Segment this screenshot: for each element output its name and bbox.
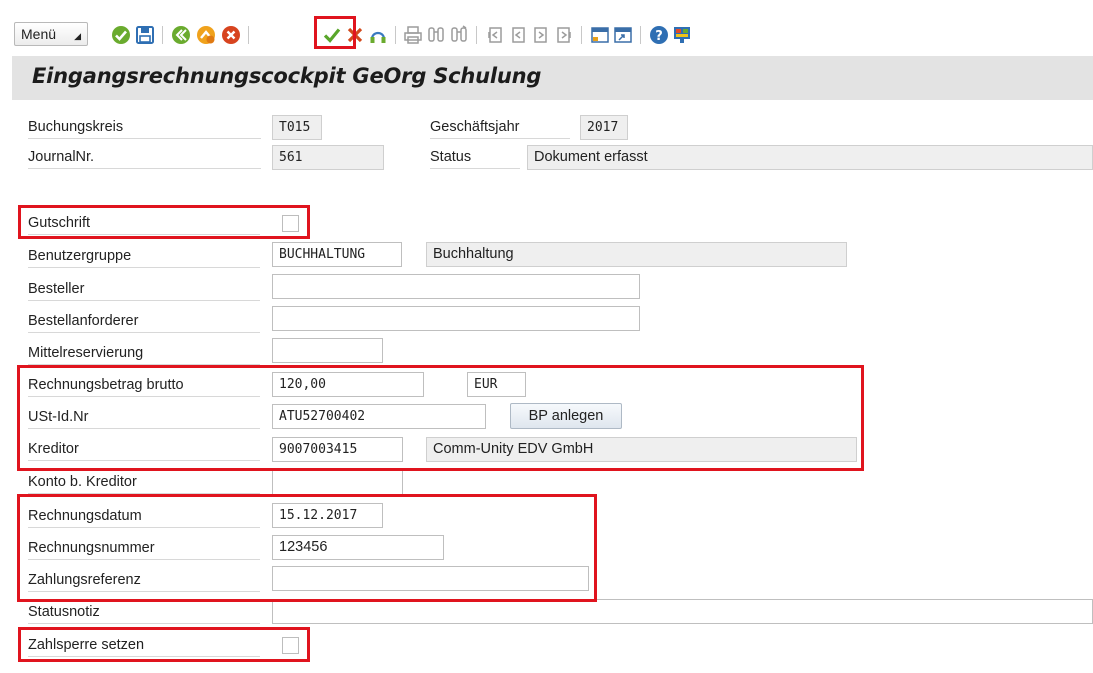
customize-layout-icon[interactable] <box>671 24 693 46</box>
ustid-field[interactable]: ATU52700402 <box>272 404 486 429</box>
status-field[interactable]: Dokument erfasst <box>527 145 1093 170</box>
bp-anlegen-button[interactable]: BP anlegen <box>510 403 622 429</box>
zahlungsreferenz-field[interactable] <box>272 566 589 591</box>
geschaeftsjahr-field[interactable]: 2017 <box>580 115 628 140</box>
enter-icon[interactable] <box>110 24 132 46</box>
help-icon[interactable]: ? <box>648 24 670 46</box>
menu-button-label: Menü <box>21 26 57 42</box>
rechnungsbetrag-field[interactable]: 120,00 <box>272 372 424 397</box>
journalnr-label: JournalNr. <box>28 145 261 169</box>
bestellanforderer-field[interactable] <box>272 306 640 331</box>
back-icon[interactable] <box>170 24 192 46</box>
statusnotiz-label: Statusnotiz <box>28 600 260 624</box>
konto-kreditor-label: Konto b. Kreditor <box>28 470 260 494</box>
exit-icon[interactable] <box>195 24 217 46</box>
last-page-icon[interactable] <box>553 24 575 46</box>
zahlsperre-checkbox[interactable] <box>282 637 299 654</box>
toolbar-separator <box>476 26 477 44</box>
rechnungsdatum-field[interactable]: 15.12.2017 <box>272 503 383 528</box>
toolbar-separator <box>640 26 641 44</box>
delete-icon[interactable] <box>344 24 366 46</box>
buchungskreis-field[interactable]: T015 <box>272 115 322 140</box>
zahlsperre-label: Zahlsperre setzen <box>28 633 260 657</box>
first-page-icon[interactable] <box>484 24 506 46</box>
rechnungsbetrag-label: Rechnungsbetrag brutto <box>28 373 260 397</box>
user-icon[interactable] <box>367 24 389 46</box>
kreditor-field[interactable]: 9007003415 <box>272 437 403 462</box>
mittelreservierung-label: Mittelreservierung <box>28 341 260 365</box>
toolbar-separator <box>395 26 396 44</box>
check-icon[interactable] <box>321 24 343 46</box>
besteller-field[interactable] <box>272 274 640 299</box>
mittelreservierung-field[interactable] <box>272 338 383 363</box>
kreditor-label: Kreditor <box>28 437 260 461</box>
rechnungsdatum-label: Rechnungsdatum <box>28 504 260 528</box>
menu-button[interactable]: Menü ◢ <box>14 22 88 46</box>
konto-kreditor-field[interactable] <box>272 470 403 495</box>
print-icon[interactable] <box>402 24 424 46</box>
toolbar-separator <box>581 26 582 44</box>
buchungskreis-label: Buchungskreis <box>28 115 261 139</box>
menu-caret-icon: ◢ <box>74 30 81 41</box>
new-session-icon[interactable] <box>589 24 611 46</box>
besteller-label: Besteller <box>28 277 260 301</box>
gutschrift-label: Gutschrift <box>28 211 260 235</box>
save-icon[interactable] <box>134 24 156 46</box>
next-page-icon[interactable] <box>530 24 552 46</box>
benutzergruppe-description: Buchhaltung <box>426 242 847 267</box>
statusnotiz-field[interactable] <box>272 599 1093 624</box>
page-title: Eingangsrechnungscockpit GeOrg Schulung <box>32 64 542 88</box>
ustid-label: USt-Id.Nr <box>28 405 260 429</box>
kreditor-name: Comm-Unity EDV GmbH <box>426 437 857 462</box>
shortcut-icon[interactable] <box>612 24 634 46</box>
waehrung-field[interactable]: EUR <box>467 372 526 397</box>
benutzergruppe-field[interactable]: BUCHHALTUNG <box>272 242 402 267</box>
bestellanforderer-label: Bestellanforderer <box>28 309 260 333</box>
application-toolbar: Menü ◢ ? <box>0 0 1093 54</box>
gutschrift-checkbox[interactable] <box>282 215 299 232</box>
rechnungsnummer-field[interactable]: 123456 <box>272 535 444 560</box>
toolbar-separator <box>248 26 249 44</box>
status-label: Status <box>430 145 520 169</box>
benutzergruppe-label: Benutzergruppe <box>28 244 260 268</box>
journalnr-field[interactable]: 561 <box>272 145 384 170</box>
title-bar: Eingangsrechnungscockpit GeOrg Schulung <box>12 56 1093 100</box>
previous-page-icon[interactable] <box>507 24 529 46</box>
find-icon[interactable] <box>425 24 447 46</box>
find-next-icon[interactable] <box>448 24 470 46</box>
toolbar-separator <box>162 26 163 44</box>
geschaeftsjahr-label: Geschäftsjahr <box>430 115 570 139</box>
rechnungsnummer-label: Rechnungsnummer <box>28 536 260 560</box>
svg-text:?: ? <box>655 29 663 44</box>
cancel-icon[interactable] <box>220 24 242 46</box>
zahlungsreferenz-label: Zahlungsreferenz <box>28 568 260 592</box>
